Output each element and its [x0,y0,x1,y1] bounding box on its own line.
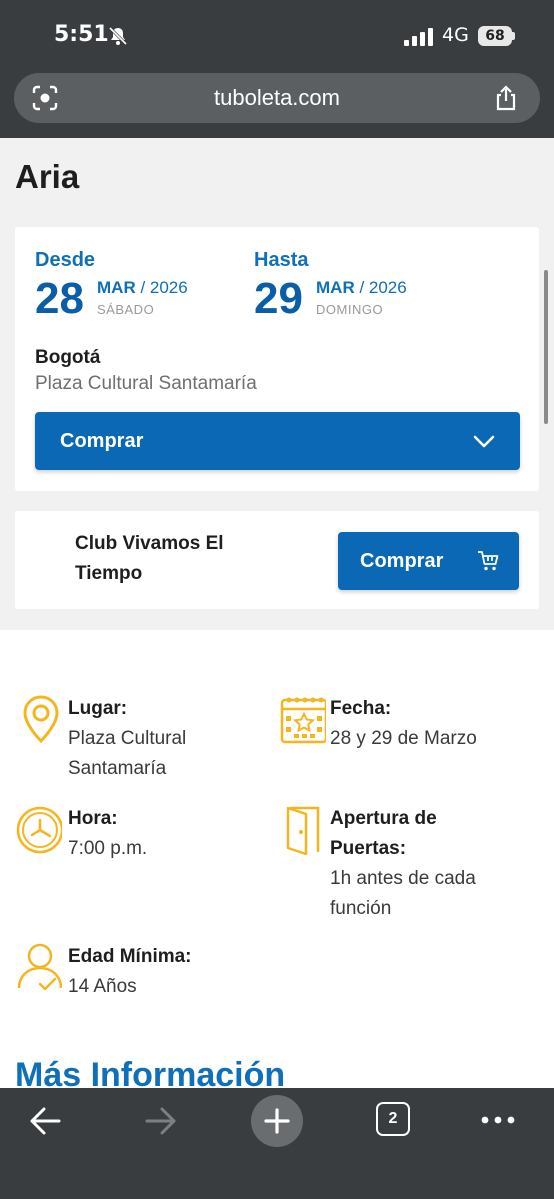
url-text[interactable]: tuboleta.com [14,73,540,123]
new-tab-button[interactable] [251,1095,303,1147]
club-buy-button[interactable]: Comprar [338,532,519,590]
event-summary-section: Aria Desde 28 MAR / 2026 SÁBADO Hasta 29… [0,138,554,630]
battery-tip [512,32,515,40]
date-to-label: Hasta [254,249,309,271]
date-from-label: Desde [35,249,96,271]
more-info-heading: Más Información [15,1056,286,1088]
page-scrollbar[interactable] [544,270,548,424]
browser-bottom-toolbar: 2 [0,1088,554,1199]
plus-icon [264,1108,290,1134]
info-hora-label: Hora: [68,808,118,829]
calendar-icon [280,697,326,744]
club-card: Club Vivamos El Tiempo Comprar [15,511,539,609]
event-title: Aria [15,158,80,195]
date-from: Desde 28 MAR / 2026 SÁBADO [35,249,188,324]
buy-dropdown-button[interactable]: Comprar [35,412,520,470]
tab-switcher-button[interactable]: 2 [376,1102,410,1136]
date-from-month-year: MAR / 2026 [97,278,188,297]
event-city: Bogotá [35,347,101,368]
info-edad: Edad Mínima: 14 Años [16,942,276,1012]
date-from-day: 28 [35,274,84,323]
club-buy-label: Comprar [360,550,444,572]
person-check-icon [17,943,62,991]
info-lugar-label: Lugar: [68,698,128,719]
info-apertura-value: 1h antes de cada función [330,868,476,919]
door-icon [286,806,320,856]
info-lugar-value: Plaza Cultural Santamaría [68,728,187,779]
lens-icon[interactable] [32,85,58,111]
date-to: Hasta 29 MAR / 2026 DOMINGO [254,249,407,324]
date-to-day: 29 [254,274,303,323]
status-time: 5:51 [54,22,109,47]
location-pin-icon [23,695,59,744]
cart-icon [478,551,499,571]
forward-arrow-icon[interactable] [144,1104,178,1138]
info-hora-value: 7:00 p.m. [68,838,148,859]
date-to-month-year: MAR / 2026 [316,278,407,297]
info-fecha-value: 28 y 29 de Marzo [330,728,477,749]
bell-muted-icon [108,26,128,46]
event-venue: Plaza Cultural Santamaría [35,373,257,394]
date-to-weekday: DOMINGO [316,302,384,317]
info-edad-value: 14 Años [68,976,137,997]
info-fecha: Fecha: 28 y 29 de Marzo [280,694,540,764]
more-dots-icon[interactable] [480,1110,516,1130]
date-from-weekday: SÁBADO [97,302,155,317]
clock-icon [16,806,62,854]
date-card: Desde 28 MAR / 2026 SÁBADO Hasta 29 MAR … [15,227,539,491]
chevron-down-icon [473,435,495,448]
network-type: 4G [442,24,469,46]
browser-top-chrome: 5:51 4G 68 tuboleta.com [0,0,554,138]
info-apertura-label: Apertura de Puertas: [330,808,437,859]
battery-indicator: 68 [478,26,512,46]
club-name: Club Vivamos El Tiempo [75,533,224,584]
share-icon[interactable] [492,84,520,112]
info-apertura: Apertura de Puertas: 1h antes de cada fu… [280,804,540,934]
signal-icon [404,28,433,46]
info-edad-label: Edad Mínima: [68,946,192,967]
address-bar[interactable]: tuboleta.com [14,73,540,123]
buy-button-label: Comprar [60,430,144,452]
info-fecha-label: Fecha: [330,698,392,719]
back-arrow-icon[interactable] [28,1104,62,1138]
page-content: Aria Desde 28 MAR / 2026 SÁBADO Hasta 29… [0,138,554,1088]
info-lugar: Lugar: Plaza Cultural Santamaría [18,694,258,794]
info-hora: Hora: 7:00 p.m. [16,804,256,874]
